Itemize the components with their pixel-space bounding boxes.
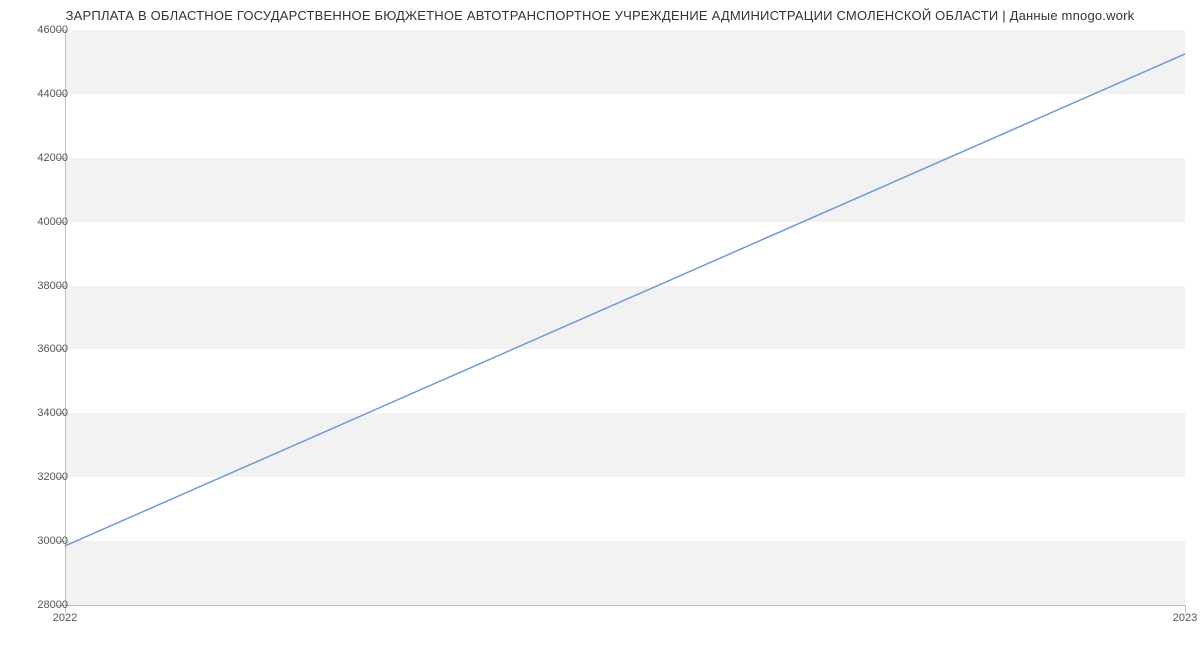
y-tick-label: 34000 bbox=[13, 407, 68, 419]
x-axis-line bbox=[65, 605, 1185, 606]
plot-area bbox=[65, 30, 1185, 605]
x-tick-label: 2023 bbox=[1173, 612, 1197, 624]
x-tick-label: 2022 bbox=[53, 612, 77, 624]
y-tick-label: 32000 bbox=[13, 471, 68, 483]
y-tick-label: 44000 bbox=[13, 88, 68, 100]
chart-title: ЗАРПЛАТА В ОБЛАСТНОЕ ГОСУДАРСТВЕННОЕ БЮД… bbox=[0, 8, 1200, 23]
y-tick-label: 36000 bbox=[13, 343, 68, 355]
y-tick-label: 38000 bbox=[13, 280, 68, 292]
y-tick-label: 46000 bbox=[13, 24, 68, 36]
y-tick-label: 28000 bbox=[13, 599, 68, 611]
y-tick-label: 30000 bbox=[13, 535, 68, 547]
y-tick-label: 40000 bbox=[13, 216, 68, 228]
line-series bbox=[65, 30, 1185, 605]
y-tick-label: 42000 bbox=[13, 152, 68, 164]
chart-container: ЗАРПЛАТА В ОБЛАСТНОЕ ГОСУДАРСТВЕННОЕ БЮД… bbox=[0, 0, 1200, 650]
